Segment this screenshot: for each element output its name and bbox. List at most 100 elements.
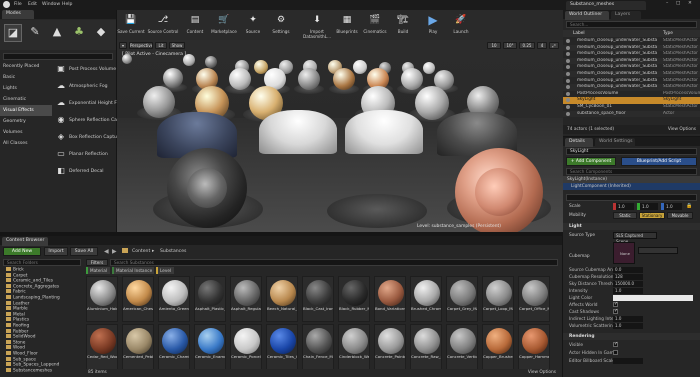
asset-thumbnail[interactable]: Black_Cast_Iron_MAT <box>302 276 334 322</box>
folder-tree-item[interactable]: Substancemeshes <box>6 367 52 374</box>
maximize-viewport-button[interactable]: ⤢ <box>549 42 559 49</box>
prop-value-input[interactable]: 150000.0 <box>613 281 643 287</box>
outliner-row[interactable]: SkyLight SkyLight <box>563 97 700 104</box>
eye-icon[interactable] <box>566 65 570 70</box>
asset-thumbnail[interactable]: Ceramic_Enamel_Tiles_MAT <box>194 324 226 369</box>
blueprints-button[interactable]: ▦ Blueprints <box>333 12 361 38</box>
build-button[interactable]: 🏗 Build <box>389 12 417 38</box>
prop-value-input[interactable]: 1.0 <box>613 288 643 294</box>
eye-icon[interactable] <box>566 111 570 116</box>
asset-thumbnail[interactable]: Carpet_Grey_MAT <box>446 276 478 322</box>
outliner-row[interactable]: medium_closeup_underwater_Substa StaticMe… <box>563 64 700 70</box>
eye-icon[interactable] <box>566 98 570 103</box>
cast-shadows-checkbox[interactable] <box>613 308 618 314</box>
content-view-options[interactable]: View Options <box>528 370 556 375</box>
import-button[interactable]: Import <box>44 247 68 256</box>
outliner-row[interactable]: medium_closeup_underwater_Substa StaticMe… <box>563 78 700 84</box>
outliner-row[interactable]: medium_closeup_underwater_Substa StaticMe… <box>563 71 700 78</box>
scale-z-input[interactable]: 1.0 <box>664 203 682 210</box>
minimize-icon[interactable]: – <box>666 1 668 6</box>
viewport[interactable]: ▾ Perspective Lit Show [ Pilot Active - … <box>117 40 563 232</box>
cubemap-thumbnail[interactable]: None <box>613 242 635 264</box>
place-category-all-classes[interactable]: All Classes <box>0 138 52 149</box>
filters-button[interactable]: Filters <box>86 259 108 266</box>
menu-help[interactable]: Help <box>62 2 72 7</box>
place-category-basic[interactable]: Basic <box>0 72 52 83</box>
blueprint-script-button[interactable]: Blueprint/Add Script <box>621 157 697 166</box>
menu-window[interactable]: Window <box>42 2 60 7</box>
outliner-row[interactable]: medium_closeup_underwater_Substa StaticMe… <box>563 38 700 44</box>
outliner-row[interactable]: medium_closeup_underwater_Substa StaticMe… <box>563 84 700 91</box>
asset-thumbnail[interactable]: Asphalt_Plastic_MAT <box>194 276 226 322</box>
lit-button[interactable]: Lit <box>155 42 167 49</box>
component-search[interactable]: Search Components <box>566 168 697 175</box>
eye-icon[interactable] <box>566 39 570 43</box>
asset-thumbnail[interactable]: Aluminium_Hairline_Brushed_MAT <box>86 276 118 322</box>
breadcrumb-substances[interactable]: Substances <box>160 249 186 254</box>
affects-world-checkbox[interactable] <box>613 301 618 307</box>
asset-search[interactable]: Search Substances <box>110 259 558 266</box>
outliner-view-options[interactable]: View Options <box>668 127 696 132</box>
asset-thumbnail[interactable]: Ceramic_Chamfered_Tiles_MAT <box>158 324 190 369</box>
asset-thumbnail[interactable]: Ceramic_Porcelain_MAT <box>230 324 262 369</box>
place-category-geometry[interactable]: Geometry <box>0 116 52 127</box>
eye-icon[interactable] <box>566 52 570 57</box>
outliner-row[interactable]: SM_CycBoon_01 StaticMeshActor <box>563 104 700 110</box>
col-label-header[interactable]: Label <box>573 31 585 36</box>
outliner-row[interactable]: medium_closeup_underwater_Substa StaticMe… <box>563 44 700 51</box>
outliner-row[interactable]: substance_space_floor Actor <box>563 110 700 117</box>
place-search[interactable] <box>3 53 113 60</box>
source-button[interactable]: ✦ Source <box>239 12 267 38</box>
paint-mode-icon[interactable]: ✎ <box>26 24 44 42</box>
prop-value-input[interactable]: 128 <box>613 274 643 280</box>
asset-thumbnail[interactable]: Copper_Hammered_MAT <box>518 324 550 369</box>
place-item-sphere-reflection[interactable]: ◉ Sphere Reflection Capt <box>55 112 122 129</box>
asset-thumbnail[interactable]: Concrete_Raw_Soft_MAT <box>410 324 442 369</box>
tab-world-settings[interactable]: World Settings <box>595 138 635 147</box>
asset-thumbnail[interactable]: Asphalt_Regular_MAT <box>230 276 262 322</box>
prop-value-input[interactable] <box>613 358 643 364</box>
visible-checkbox[interactable] <box>613 341 618 347</box>
asset-thumbnail[interactable]: Copper_Brushed_MAT <box>482 324 514 369</box>
asset-thumbnail[interactable]: Cedar_Red_Wood_MAT <box>86 324 118 369</box>
nav-back-icon[interactable]: ◀ <box>104 248 109 255</box>
document-tab[interactable]: Substance_meshes <box>566 1 646 10</box>
launch-button[interactable]: 🚀 Launch <box>447 12 475 38</box>
outliner-search[interactable]: Search... <box>566 21 697 28</box>
prop-value-input[interactable]: 0.0 <box>613 267 643 273</box>
mobility-static[interactable]: Static <box>613 212 637 219</box>
mobility-stationary[interactable]: Stationary <box>639 212 665 219</box>
source-type-select[interactable]: SLS Captured Scene <box>613 232 657 244</box>
asset-thumbnail[interactable]: Beech_Natural_Wood_MAT <box>266 276 298 322</box>
breadcrumb-content[interactable]: Content <box>132 249 150 254</box>
tab-content-browser[interactable]: Content Browser <box>2 237 48 246</box>
details-search[interactable] <box>566 194 697 201</box>
save-all-button[interactable]: Save All <box>70 247 98 256</box>
tab-layers[interactable]: Layers <box>611 11 641 20</box>
import-datasmith-button[interactable]: ⬇ Import DatasmithL... <box>297 12 337 39</box>
eye-icon[interactable] <box>566 72 570 76</box>
eye-icon[interactable] <box>566 105 570 109</box>
scale-y-input[interactable]: 1.0 <box>640 203 658 210</box>
add-new-button[interactable]: Add New <box>3 247 41 256</box>
place-category-lights[interactable]: Lights <box>0 83 52 94</box>
snap-rotation-button[interactable]: 10° <box>503 42 517 49</box>
place-item-atmospheric-fog[interactable]: ☁ Atmospheric Fog <box>55 78 111 95</box>
component-light-row[interactable]: LightComponent (Inherited) <box>563 183 700 190</box>
filter-tag-level[interactable]: Level <box>156 267 174 274</box>
place-item-planar-reflection[interactable]: ▭ Planar Reflection <box>55 146 111 163</box>
asset-thumbnail[interactable]: Amiento_Green_MAT <box>158 276 190 322</box>
tab-modes[interactable]: Modes <box>2 10 34 19</box>
col-type-header[interactable]: Type <box>663 31 673 36</box>
folder-search[interactable]: Search Folders <box>3 259 81 266</box>
asset-thumbnail[interactable]: Carpet_Office_MAT <box>518 276 550 322</box>
asset-thumbnail[interactable]: Chain_Fence_MAT <box>302 324 334 369</box>
mobility-movable[interactable]: Movable <box>667 212 693 219</box>
foliage-mode-icon[interactable]: ♣ <box>70 24 88 42</box>
place-item-exponential-height-fog[interactable]: ☁ Exponential Height Fog <box>55 95 122 112</box>
close-icon[interactable]: ✕ <box>688 1 692 6</box>
asset-thumbnail[interactable]: Black_Rubber_MAT <box>338 276 370 322</box>
place-category-cinematic[interactable]: Cinematic <box>0 94 52 105</box>
place-mode-icon[interactable]: ◪ <box>4 24 22 42</box>
snap-grid-button[interactable]: 10 <box>487 42 501 49</box>
